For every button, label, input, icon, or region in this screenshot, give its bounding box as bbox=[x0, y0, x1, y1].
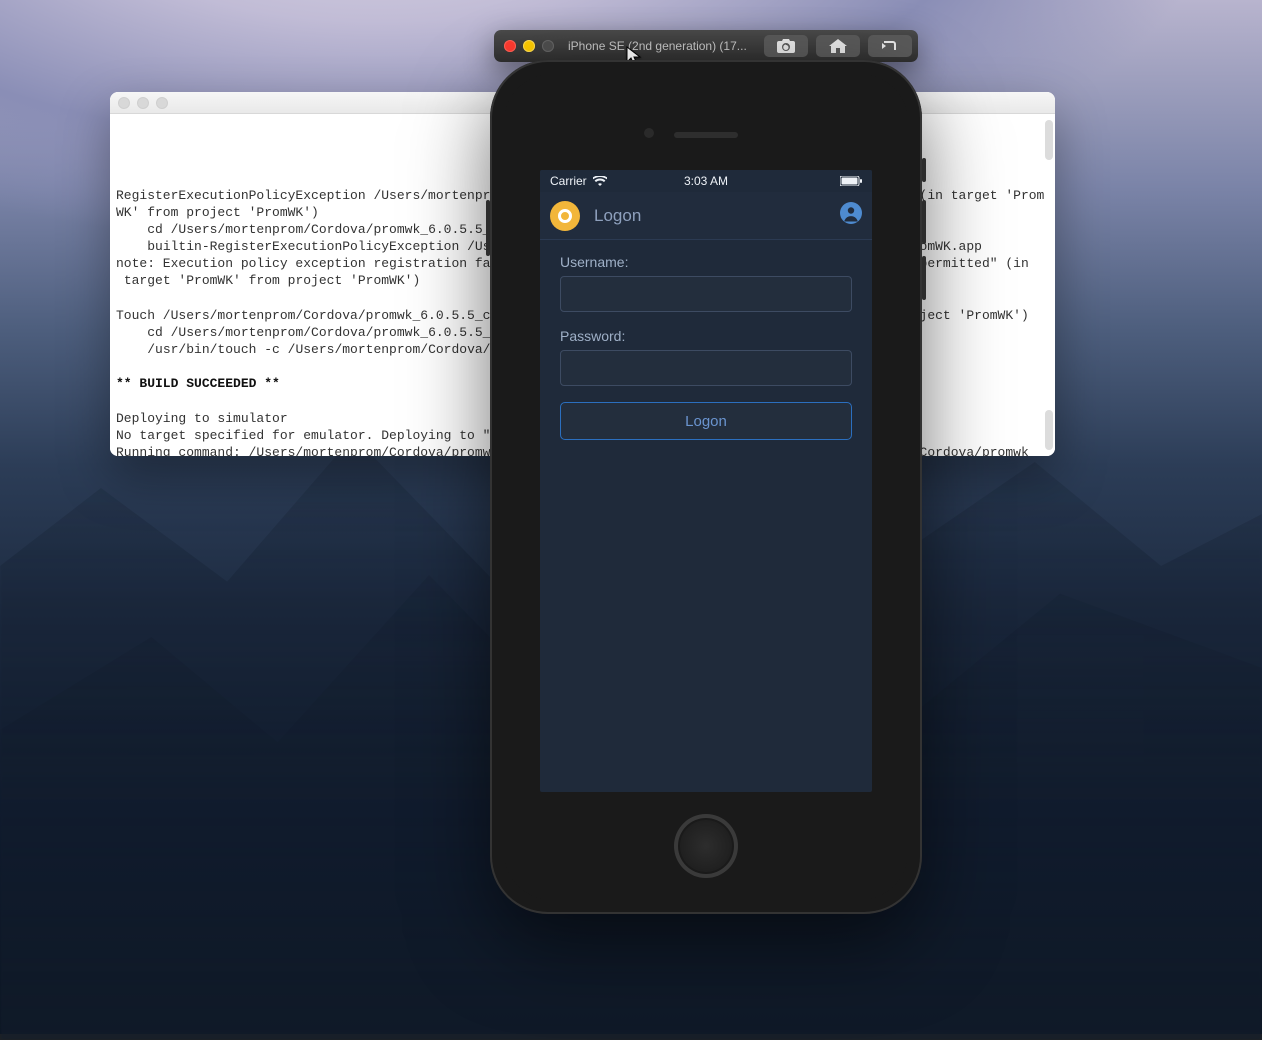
screenshot-button[interactable] bbox=[764, 35, 808, 57]
wifi-icon bbox=[593, 176, 607, 186]
traffic-light-close[interactable] bbox=[118, 97, 130, 109]
app-header: Logon bbox=[540, 192, 872, 240]
app-title: Logon bbox=[594, 206, 826, 226]
username-label: Username: bbox=[560, 254, 852, 270]
password-input[interactable] bbox=[560, 350, 852, 386]
terminal-scrollbar[interactable] bbox=[1045, 120, 1053, 160]
phone-mute-switch bbox=[922, 158, 926, 182]
ios-statusbar: Carrier 3:03 AM bbox=[540, 170, 872, 192]
traffic-light-zoom[interactable] bbox=[156, 97, 168, 109]
traffic-light-close[interactable] bbox=[504, 40, 516, 52]
phone-camera bbox=[644, 128, 654, 138]
traffic-light-minimize[interactable] bbox=[523, 40, 535, 52]
user-icon[interactable] bbox=[840, 202, 862, 229]
password-label: Password: bbox=[560, 328, 852, 344]
battery-icon bbox=[840, 176, 862, 186]
phone-screen[interactable]: Carrier 3:03 AM Logon bbox=[540, 170, 872, 792]
username-input[interactable] bbox=[560, 276, 852, 312]
phone-power-button bbox=[486, 200, 490, 256]
traffic-light-minimize[interactable] bbox=[137, 97, 149, 109]
app-body: Username: Password: Logon bbox=[540, 240, 872, 454]
simulator-traffic-lights bbox=[504, 40, 554, 52]
phone-frame: Carrier 3:03 AM Logon bbox=[490, 60, 922, 914]
simulator-title: iPhone SE (2nd generation) (17... bbox=[568, 39, 756, 53]
phone-volume-up bbox=[922, 200, 926, 244]
phone-home-button[interactable] bbox=[674, 814, 738, 878]
home-icon bbox=[829, 39, 847, 53]
phone-bezel: Carrier 3:03 AM Logon bbox=[504, 74, 908, 900]
terminal-scrollbar[interactable] bbox=[1045, 410, 1053, 450]
app-logo bbox=[550, 201, 580, 231]
camera-icon bbox=[777, 39, 795, 53]
home-button[interactable] bbox=[816, 35, 860, 57]
rotate-button[interactable] bbox=[868, 35, 912, 57]
username-group: Username: bbox=[560, 254, 852, 312]
phone-earpiece bbox=[674, 132, 738, 138]
app-logo-ring bbox=[558, 209, 572, 223]
rotate-icon bbox=[881, 39, 899, 53]
traffic-light-zoom[interactable] bbox=[542, 40, 554, 52]
password-group: Password: bbox=[560, 328, 852, 386]
phone-volume-down bbox=[922, 256, 926, 300]
carrier-label: Carrier bbox=[550, 174, 587, 188]
logon-button[interactable]: Logon bbox=[560, 402, 852, 440]
simulator-titlebar[interactable]: iPhone SE (2nd generation) (17... bbox=[494, 30, 918, 62]
